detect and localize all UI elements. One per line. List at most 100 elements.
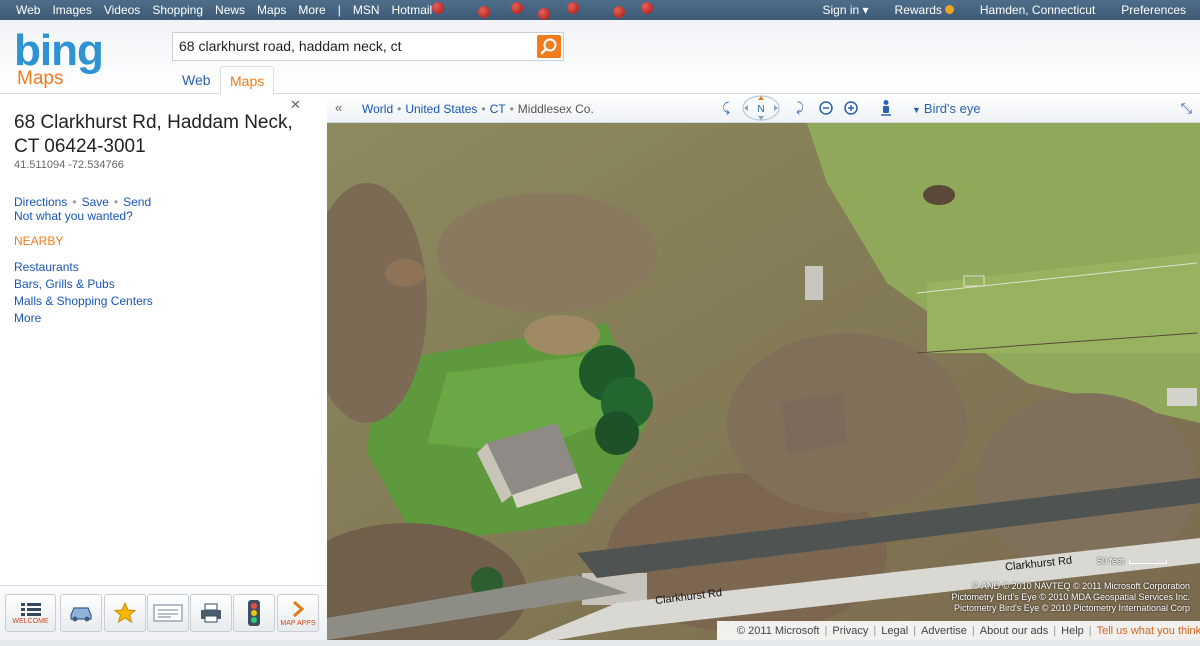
berry-decoration (432, 2, 444, 14)
legal-link[interactable]: Legal (881, 625, 908, 637)
welcome-label: WELCOME (12, 617, 49, 625)
separator-dot: • (509, 102, 514, 116)
footer-divider: | (971, 625, 975, 637)
zoom-in-icon[interactable] (842, 99, 860, 117)
rewards-icon (944, 5, 954, 14)
chevron-right-icon (293, 600, 305, 617)
nav-more[interactable]: More (298, 3, 325, 17)
top-nav-bar: Web Images Videos Shopping News Maps Mor… (0, 0, 1200, 20)
bottom-border (0, 640, 1200, 646)
feedback-link[interactable]: Tell us what you think (1097, 625, 1200, 637)
map-apps-button[interactable]: MAP APPS (277, 594, 319, 632)
not-what-you-wanted-link[interactable]: Not what you wanted? (14, 209, 133, 223)
search-button[interactable] (537, 35, 561, 58)
directions-button[interactable] (60, 594, 102, 632)
compass-control[interactable]: N (741, 95, 781, 121)
footer-divider: | (1088, 625, 1092, 637)
star-icon (113, 601, 137, 624)
berry-decoration (538, 8, 550, 20)
header: bing Maps Web Maps (0, 20, 1200, 95)
nav-news[interactable]: News (215, 3, 245, 17)
search-input[interactable] (179, 38, 529, 54)
breadcrumb-world[interactable]: World (362, 102, 393, 116)
rotate-right-icon[interactable]: ⤸ (791, 99, 809, 117)
copyright-line: © AND © 2010 NAVTEQ © 2011 Microsoft Cor… (972, 581, 1190, 591)
favorites-button[interactable] (104, 594, 146, 632)
map-nav-bar: « World • United States • CT • Middlesex Co. ⤹… (327, 95, 1200, 123)
berry-decoration (511, 2, 523, 14)
help-link[interactable]: Help (1061, 625, 1084, 637)
location-link[interactable]: Hamden, Connecticut (980, 3, 1095, 17)
berry-decoration (478, 6, 490, 18)
nav-maps[interactable]: Maps (257, 3, 286, 17)
address-line-1: 68 Clarkhurst Rd, Haddam Neck, (14, 112, 293, 133)
nearby-list: Restaurants Bars, Grills & Pubs Malls & … (14, 259, 153, 327)
result-actions: Directions • Save • Send (14, 195, 151, 209)
separator-dot: • (72, 195, 77, 209)
map-controls: ⤹ N ⤸ (717, 95, 917, 121)
nearby-more-link[interactable]: More (14, 310, 153, 327)
traffic-button[interactable] (233, 594, 275, 632)
advertise-link[interactable]: Advertise (921, 625, 967, 637)
address-line-2: CT 06424-3001 (14, 136, 146, 157)
breadcrumb-ct[interactable]: CT (490, 102, 506, 116)
car-icon (70, 607, 92, 622)
directions-link[interactable]: Directions (14, 195, 67, 209)
footer-divider: | (1053, 625, 1057, 637)
view-mode-dropdown[interactable]: ▼ Bird's eye (912, 101, 981, 116)
print-button[interactable] (190, 594, 232, 632)
separator-dot: • (481, 102, 486, 116)
streetside-person-icon[interactable] (877, 99, 895, 117)
nav-videos[interactable]: Videos (104, 3, 140, 17)
tab-maps[interactable]: Maps (220, 66, 275, 95)
zoom-out-icon[interactable] (817, 99, 835, 117)
business-card-button[interactable] (147, 594, 189, 632)
map-canvas[interactable]: Clarkhurst Rd Clarkhurst Rd 50 feet © AN… (327, 123, 1200, 640)
copyright-line: Pictometry Bird's Eye © 2010 Pictometry … (954, 603, 1190, 613)
scale-bar: 50 feet (1097, 556, 1167, 566)
preferences-link[interactable]: Preferences (1121, 3, 1186, 17)
nearby-heading: NEARBY (14, 234, 64, 248)
results-panel: ✕ 68 Clarkhurst Rd, Haddam Neck, CT 0642… (0, 95, 327, 646)
nav-web[interactable]: Web (16, 3, 40, 17)
nearby-malls-link[interactable]: Malls & Shopping Centers (14, 293, 153, 310)
footer-divider: | (824, 625, 828, 637)
nearby-restaurants-link[interactable]: Restaurants (14, 259, 153, 276)
traffic-light-icon (248, 600, 260, 626)
map-apps-label: MAP APPS (280, 619, 316, 627)
about-ads-link[interactable]: About our ads (980, 625, 1049, 637)
maps-product-label: Maps (17, 68, 64, 89)
search-box (172, 32, 564, 61)
expand-icon[interactable]: ⤡ (1181, 100, 1192, 117)
nav-images[interactable]: Images (52, 3, 91, 17)
card-icon (153, 604, 183, 622)
tab-web[interactable]: Web (172, 66, 221, 94)
printer-icon (201, 603, 221, 623)
caret-down-icon: ▼ (912, 105, 921, 115)
nav-msn[interactable]: MSN (353, 3, 380, 17)
scale-label: 50 feet (1097, 556, 1125, 566)
compass-north-label: N (757, 104, 764, 115)
map-tools-toolbar: WELCOME MAP APPS (0, 585, 327, 641)
send-link[interactable]: Send (123, 195, 151, 209)
privacy-link[interactable]: Privacy (832, 625, 868, 637)
separator-dot: • (397, 102, 402, 116)
breadcrumb: World • United States • CT • Middlesex Co. (362, 102, 594, 116)
rewards-link[interactable]: Rewards (895, 3, 954, 17)
berry-decoration (613, 6, 625, 18)
save-link[interactable]: Save (82, 195, 109, 209)
sign-in-link[interactable]: Sign in ▾ (822, 3, 868, 17)
footer-divider: | (873, 625, 877, 637)
breadcrumb-us[interactable]: United States (405, 102, 477, 116)
footer-copyright: © 2011 Microsoft (737, 625, 820, 637)
compass-icon: N (742, 95, 780, 121)
nearby-bars-link[interactable]: Bars, Grills & Pubs (14, 276, 153, 293)
rotate-left-icon[interactable]: ⤹ (717, 99, 735, 117)
nav-shopping[interactable]: Shopping (152, 3, 203, 17)
map-copyright: © AND © 2010 NAVTEQ © 2011 Microsoft Cor… (952, 581, 1190, 614)
welcome-button[interactable]: WELCOME (5, 594, 56, 632)
footer: © 2011 Microsoft | Privacy | Legal | Advertise… (717, 621, 1200, 640)
collapse-panel-icon[interactable]: « (335, 100, 342, 115)
nav-divider: | (337, 3, 341, 17)
nav-hotmail[interactable]: Hotmail (392, 3, 433, 17)
